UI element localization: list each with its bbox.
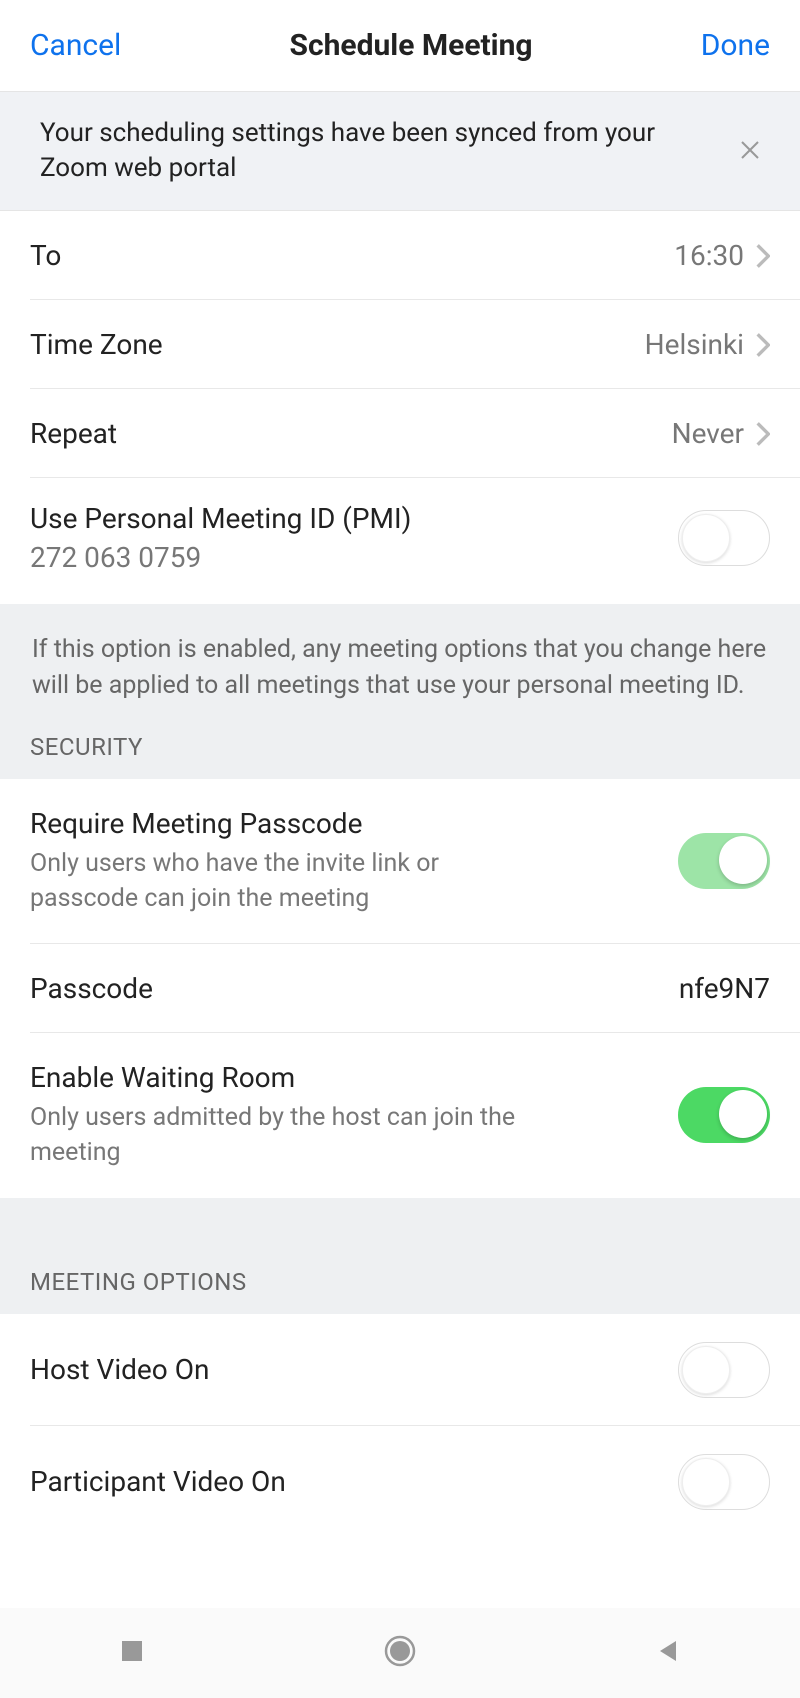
timezone-label: Time Zone [30, 328, 645, 361]
repeat-label: Repeat [30, 417, 672, 450]
circle-icon [382, 1633, 418, 1669]
schedule-section: To 16:30 Time Zone Helsinki Repeat Never… [0, 211, 800, 604]
require-passcode-desc: Only users who have the invite link or p… [30, 846, 548, 916]
nav-back-button[interactable] [654, 1637, 682, 1669]
timezone-value: Helsinki [645, 328, 744, 361]
to-label: To [30, 239, 674, 272]
chevron-right-icon [756, 333, 770, 357]
square-icon [118, 1637, 146, 1665]
participant-video-label: Participant Video On [30, 1465, 678, 1498]
nav-home-button[interactable] [382, 1633, 418, 1673]
header-bar: Cancel Schedule Meeting Done [0, 0, 800, 91]
android-nav-bar [0, 1608, 800, 1698]
security-section: Require Meeting Passcode Only users who … [0, 779, 800, 1198]
pmi-info-text: If this option is enabled, any meeting o… [32, 632, 768, 705]
done-button[interactable]: Done [701, 28, 770, 63]
sync-banner-text: Your scheduling settings have been synce… [40, 116, 730, 186]
participant-video-row: Participant Video On [0, 1426, 800, 1538]
require-passcode-label: Require Meeting Passcode [30, 807, 678, 840]
to-row[interactable]: To 16:30 [0, 211, 800, 300]
pmi-label: Use Personal Meeting ID (PMI) [30, 502, 678, 535]
to-value: 16:30 [674, 239, 744, 272]
passcode-value: nfe9N7 [679, 972, 770, 1005]
require-passcode-row: Require Meeting Passcode Only users who … [0, 779, 800, 944]
waiting-room-toggle[interactable] [678, 1087, 770, 1143]
chevron-right-icon [756, 422, 770, 446]
pmi-toggle[interactable] [678, 510, 770, 566]
participant-video-toggle[interactable] [678, 1454, 770, 1510]
pmi-info-block: If this option is enabled, any meeting o… [0, 604, 800, 733]
repeat-row[interactable]: Repeat Never [0, 389, 800, 478]
sync-banner: Your scheduling settings have been synce… [0, 91, 800, 211]
host-video-row: Host Video On [0, 1314, 800, 1426]
triangle-back-icon [654, 1637, 682, 1665]
pmi-value: 272 063 0759 [30, 541, 678, 574]
page-title: Schedule Meeting [289, 28, 532, 63]
chevron-right-icon [756, 244, 770, 268]
waiting-room-desc: Only users admitted by the host can join… [30, 1100, 548, 1170]
meeting-options-section: Host Video On Participant Video On [0, 1314, 800, 1538]
security-section-header: SECURITY [0, 733, 800, 779]
host-video-label: Host Video On [30, 1353, 678, 1386]
repeat-value: Never [672, 417, 744, 450]
require-passcode-toggle[interactable] [678, 833, 770, 889]
close-banner-button[interactable] [730, 134, 770, 168]
nav-recent-button[interactable] [118, 1637, 146, 1669]
timezone-row[interactable]: Time Zone Helsinki [0, 300, 800, 389]
waiting-room-row: Enable Waiting Room Only users admitted … [0, 1033, 800, 1198]
passcode-label: Passcode [30, 972, 679, 1005]
passcode-row[interactable]: Passcode nfe9N7 [0, 944, 800, 1033]
host-video-toggle[interactable] [678, 1342, 770, 1398]
waiting-room-label: Enable Waiting Room [30, 1061, 678, 1094]
close-icon [738, 138, 762, 162]
meeting-options-section-header: MEETING OPTIONS [0, 1198, 800, 1314]
cancel-button[interactable]: Cancel [30, 28, 121, 63]
pmi-row: Use Personal Meeting ID (PMI) 272 063 07… [0, 478, 800, 604]
